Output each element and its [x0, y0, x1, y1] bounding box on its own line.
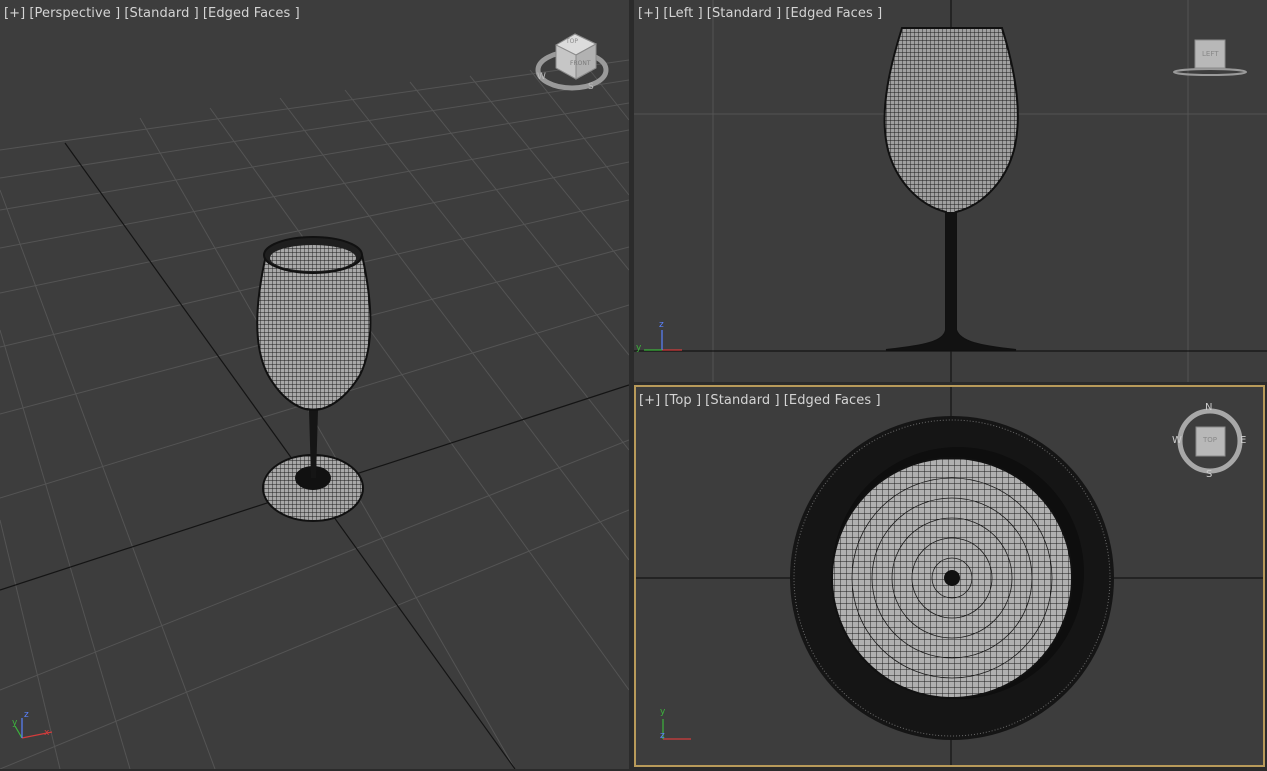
viewport-menu-plus[interactable]: [+] [639, 393, 660, 408]
viewport-menu-view[interactable]: [Perspective ] [29, 6, 120, 21]
viewport-menu-plus[interactable]: [+] [638, 6, 659, 21]
axis-z-label-top: z [660, 731, 665, 741]
viewport-menu-shading[interactable]: [Standard ] [705, 393, 780, 408]
left-viewport[interactable]: LEFT z y [+] [Left ] [Standard ] [Edged Fac… [634, 0, 1267, 382]
perspective-viewport[interactable]: TOP FRONT W S z y x [+] [Perspective ] [St… [0, 0, 629, 769]
axis-y-label-left: y [636, 343, 642, 353]
viewport-menu-edges[interactable]: [Edged Faces ] [785, 6, 882, 21]
axis-tripod-top [662, 719, 691, 740]
axis-y-label-top: y [660, 707, 666, 717]
axis-tripod-left [644, 330, 682, 351]
viewport-menu-edges[interactable]: [Edged Faces ] [203, 6, 300, 21]
axis-y-label: y [12, 718, 18, 728]
top-viewport[interactable]: TOP N S E W y z [+] [Top ] [Standard ] [Edg… [634, 385, 1265, 767]
left-viewport-label: [+] [Left ] [Standard ] [Edged Faces ] [638, 6, 886, 21]
axis-z-label-left: z [659, 320, 664, 330]
axis-x-label: x [44, 728, 50, 738]
viewport-menu-plus[interactable]: [+] [4, 6, 25, 21]
viewport-menu-view[interactable]: [Left ] [663, 6, 702, 21]
viewport-menu-shading[interactable]: [Standard ] [707, 6, 782, 21]
viewport-menu-edges[interactable]: [Edged Faces ] [784, 393, 881, 408]
viewport-menu-shading[interactable]: [Standard ] [124, 6, 199, 21]
viewport-menu-view[interactable]: [Top ] [664, 393, 701, 408]
top-viewport-label: [+] [Top ] [Standard ] [Edged Faces ] [639, 393, 885, 408]
axis-tripod-perspective [14, 718, 53, 739]
axis-z-label: z [24, 710, 29, 720]
perspective-viewport-label: [+] [Perspective ] [Standard ] [Edged Faces… [4, 6, 304, 21]
